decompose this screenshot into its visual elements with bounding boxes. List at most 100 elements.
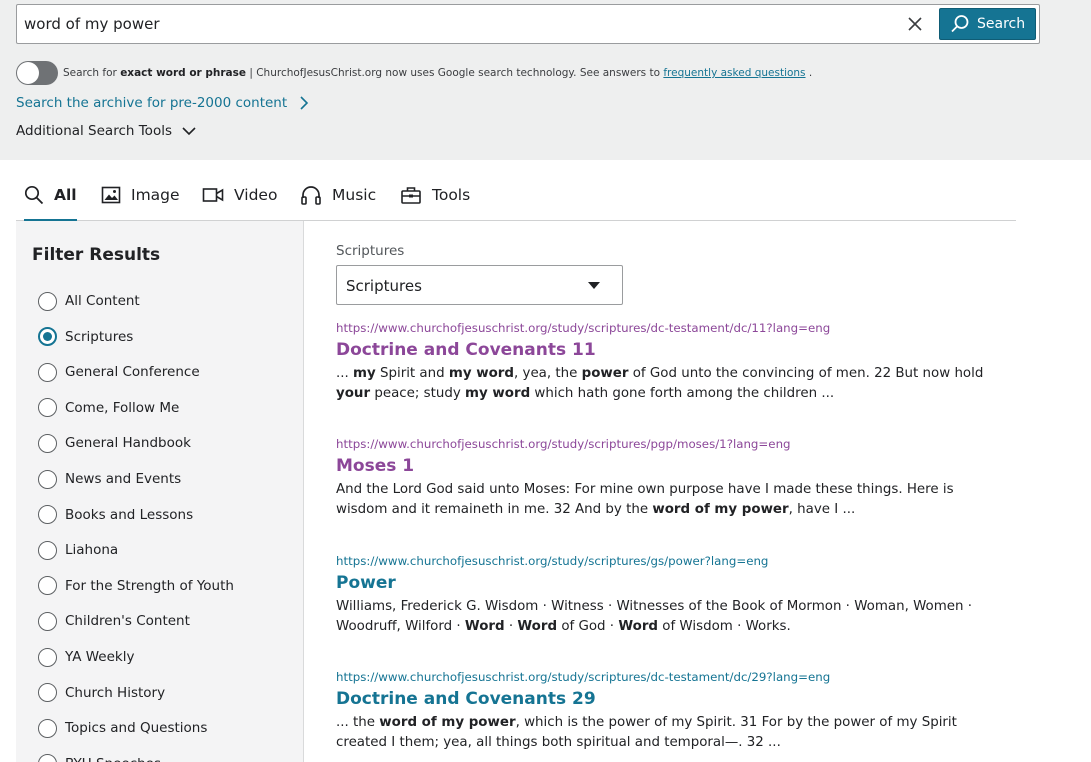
search-result: https://www.churchofjesuschrist.org/stud… [336, 321, 1016, 404]
image-icon [101, 186, 121, 204]
search-header: Search Search for exact word or phrase |… [0, 0, 1091, 160]
result-snippet: Williams, Frederick G. Wisdom · Witness … [336, 599, 973, 634]
radio-button[interactable] [38, 327, 57, 347]
filter-option-label: General Handbook [65, 435, 191, 452]
chevron-right-icon [300, 96, 309, 110]
collection-select-label: Scriptures [336, 243, 405, 259]
radio-button[interactable] [38, 469, 57, 489]
exact-text-post: . [805, 67, 813, 79]
filter-sidebar: Filter Results All Content Scriptures Gene… [16, 221, 304, 762]
radio-button[interactable] [38, 611, 57, 631]
exact-text-pre: Search for [63, 67, 121, 79]
search-result: https://www.churchofjesuschrist.org/stud… [336, 437, 1016, 520]
result-url[interactable]: https://www.churchofjesuschrist.org/stud… [336, 554, 1016, 568]
filter-option-label: Scriptures [65, 328, 134, 345]
tab-music-label: Music [332, 186, 377, 204]
archive-search-link[interactable]: Search the archive for pre-2000 content [16, 95, 309, 111]
tab-music[interactable]: Music [300, 170, 376, 220]
search-box: Search [16, 4, 1040, 44]
filter-option[interactable]: Topics and Questions [38, 716, 207, 740]
filter-option[interactable]: Children's Content [38, 609, 190, 633]
filter-option-label: Come, Follow Me [65, 399, 180, 416]
result-title-link[interactable]: Doctrine and Covenants 29 [336, 689, 1016, 709]
video-icon [202, 188, 224, 202]
search-icon [951, 15, 969, 33]
radio-button[interactable] [38, 718, 57, 738]
radio-button[interactable] [38, 362, 57, 382]
result-title-link[interactable]: Doctrine and Covenants 11 [336, 340, 1016, 360]
filter-option[interactable]: Church History [38, 681, 165, 705]
result-title-link[interactable]: Power [336, 573, 1016, 593]
tab-video-label: Video [234, 186, 278, 204]
search-button[interactable]: Search [939, 8, 1036, 40]
search-input[interactable] [24, 11, 884, 37]
exact-text-bold: exact word or phrase [120, 67, 247, 79]
close-icon [908, 17, 922, 31]
tab-image[interactable]: Image [101, 170, 180, 220]
toolbox-icon [401, 187, 421, 204]
clear-search-button[interactable] [904, 13, 926, 35]
radio-button[interactable] [38, 754, 57, 762]
filter-option[interactable]: General Conference [38, 360, 200, 384]
search-button-label: Search [977, 16, 1026, 32]
filter-option[interactable]: General Handbook [38, 431, 191, 455]
filter-option-label: YA Weekly [65, 649, 135, 665]
chevron-down-icon [182, 127, 196, 136]
search-result: https://www.churchofjesuschrist.org/stud… [336, 554, 1016, 637]
result-url[interactable]: https://www.churchofjesuschrist.org/stud… [336, 670, 1016, 684]
radio-button[interactable] [38, 683, 57, 703]
archive-link-label: Search the archive for pre-2000 content [16, 95, 288, 111]
additional-tools-label: Additional Search Tools [16, 123, 172, 139]
filter-option[interactable]: For the Strength of Youth [38, 574, 234, 598]
result-url[interactable]: https://www.churchofjesuschrist.org/stud… [336, 321, 1016, 335]
filter-option[interactable]: News and Events [38, 467, 181, 491]
radio-button[interactable] [38, 398, 57, 418]
tab-video[interactable]: Video [202, 170, 277, 220]
filter-option-label: News and Events [65, 471, 182, 487]
result-title-link[interactable]: Moses 1 [336, 456, 1016, 476]
filter-option-label: BYU Speeches [65, 756, 161, 762]
filter-option-label: Liahona [65, 542, 119, 559]
radio-button[interactable] [38, 291, 57, 311]
collection-select-value: Scriptures [346, 277, 422, 295]
filter-option-label: Church History [65, 684, 166, 701]
filter-option[interactable]: Liahona [38, 538, 118, 562]
tab-all-label: All [54, 185, 77, 204]
result-snippet: ... the word of my power, which is the p… [336, 715, 957, 750]
filter-option[interactable]: YA Weekly [38, 645, 134, 669]
filter-option[interactable]: Books and Lessons [38, 503, 193, 527]
filter-results-title: Filter Results [32, 245, 161, 265]
dropdown-caret-icon [588, 282, 600, 289]
faq-link[interactable]: frequently asked questions [663, 67, 805, 79]
exact-text-mid: | ChurchofJesusChrist.org now uses Googl… [246, 67, 664, 79]
exact-phrase-description: Search for exact word or phrase | Church… [63, 67, 812, 79]
result-type-tabs: All Image Video Music Tools [16, 170, 1016, 221]
filter-option-label: Books and Lessons [65, 506, 194, 523]
toggle-knob [17, 62, 39, 84]
search-result: https://www.churchofjesuschrist.org/stud… [336, 670, 1016, 753]
tab-tools[interactable]: Tools [400, 170, 470, 220]
tab-image-label: Image [131, 186, 180, 204]
filter-option-label: Children's Content [65, 613, 190, 630]
tab-tools-label: Tools [432, 186, 471, 204]
filter-option[interactable]: All Content [38, 289, 140, 313]
radio-button[interactable] [38, 576, 57, 596]
search-icon [24, 185, 44, 204]
filter-option-label: All Content [65, 293, 140, 309]
radio-button[interactable] [38, 433, 57, 453]
result-snippet: And the Lord God said unto Moses: For mi… [336, 482, 954, 517]
result-url[interactable]: https://www.churchofjesuschrist.org/stud… [336, 437, 1016, 451]
filter-option-label: For the Strength of Youth [65, 577, 234, 594]
filter-option[interactable]: Scriptures [38, 325, 133, 349]
filter-option[interactable]: Come, Follow Me [38, 396, 179, 420]
exact-phrase-toggle[interactable] [16, 61, 58, 85]
filter-option[interactable]: BYU Speeches [38, 752, 161, 762]
headphones-icon [301, 186, 321, 205]
radio-button[interactable] [38, 540, 57, 560]
radio-button[interactable] [38, 647, 57, 667]
additional-search-tools-toggle[interactable]: Additional Search Tools [16, 123, 196, 139]
collection-select[interactable]: Scriptures [336, 265, 623, 305]
radio-button[interactable] [38, 505, 57, 525]
filter-option-label: General Conference [65, 364, 200, 381]
tab-all[interactable]: All [24, 170, 77, 221]
